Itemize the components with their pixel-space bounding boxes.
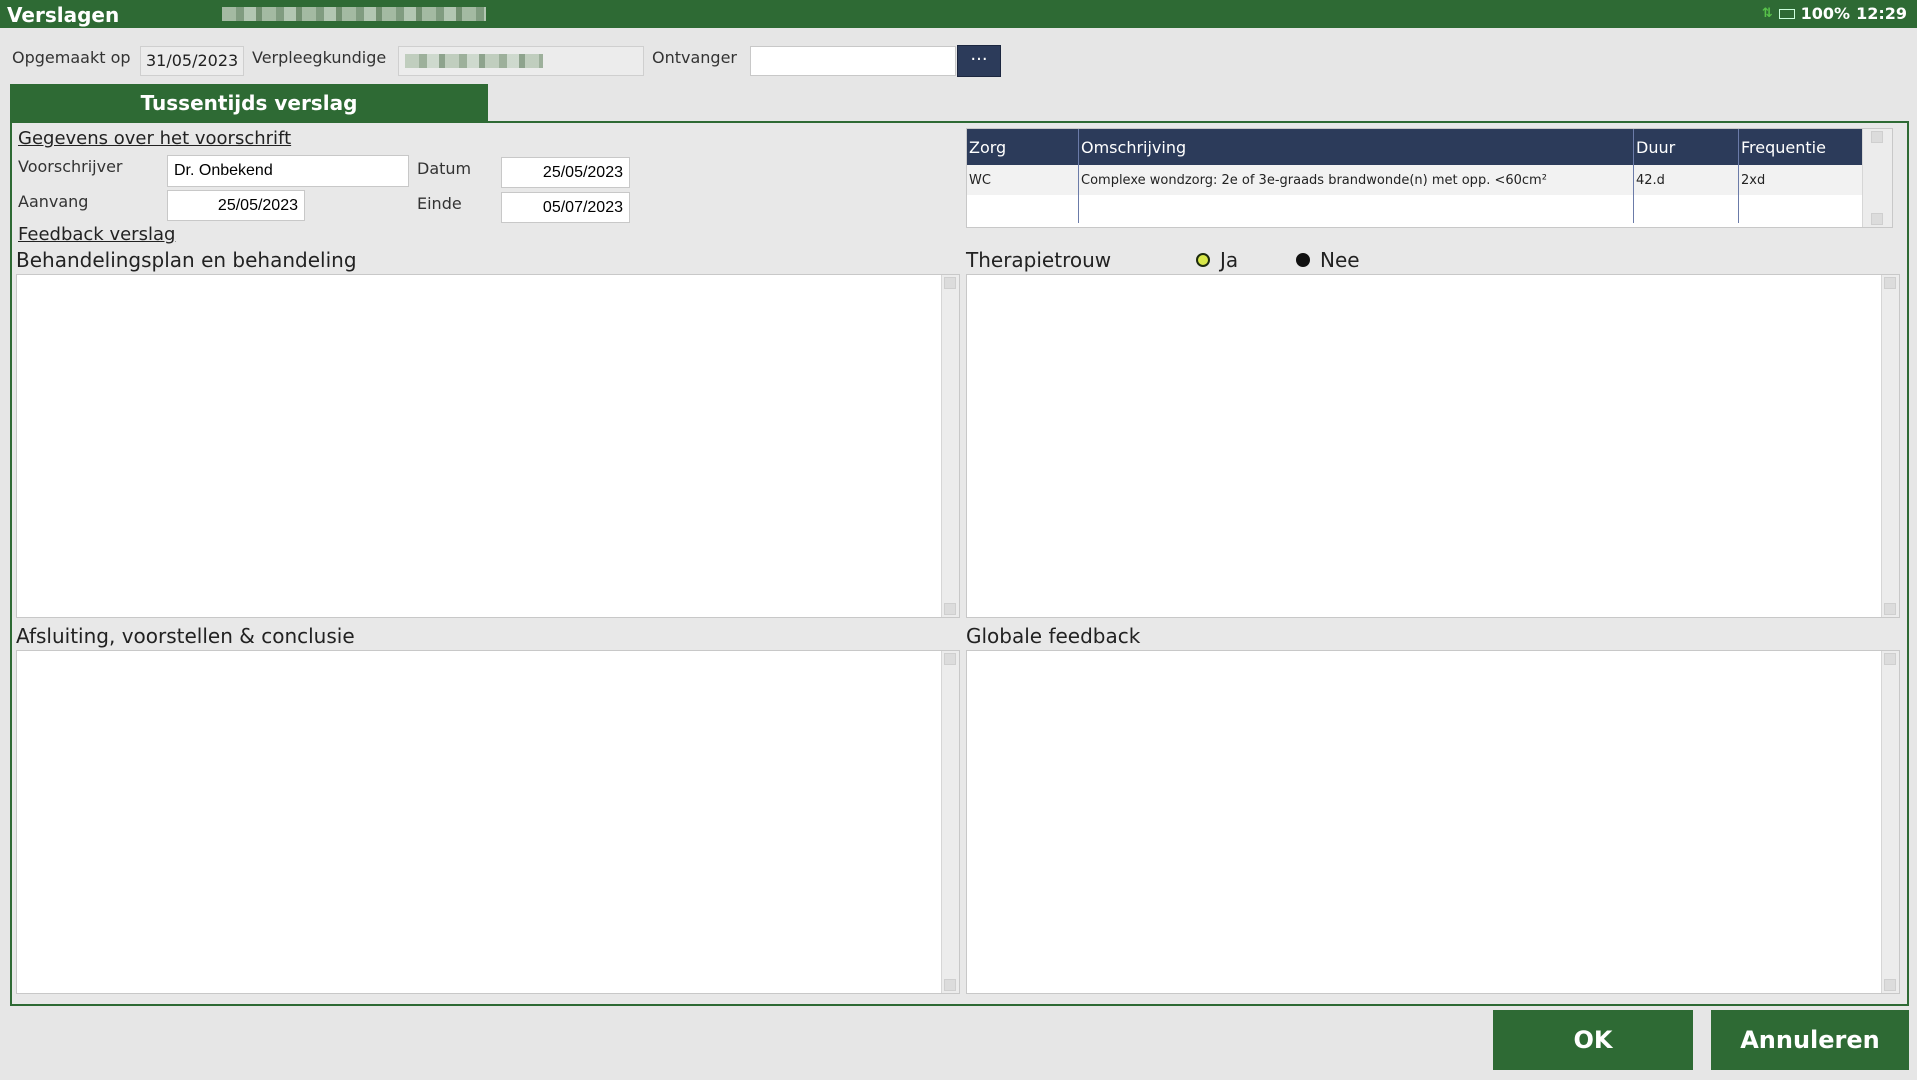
window-title: Verslagen [7, 3, 120, 27]
radio-unselected-icon [1296, 253, 1310, 267]
treatment-textarea[interactable] [16, 274, 960, 618]
date-input[interactable] [501, 157, 630, 188]
status-area: ⇅ 100% 12:29 [1762, 4, 1907, 23]
start-label: Aanvang [18, 192, 89, 211]
cell-duur: 42.d [1633, 165, 1739, 195]
prescription-heading: Gegevens over het voorschrift [18, 128, 292, 149]
cell-frequentie: 2xd [1738, 165, 1870, 195]
battery-icon [1778, 8, 1795, 19]
network-arrows-icon: ⇅ [1761, 6, 1773, 21]
radio-selected-icon [1196, 253, 1210, 267]
nurse-field [398, 46, 644, 76]
closing-label: Afsluiting, voorstellen & conclusie [16, 624, 355, 648]
title-bar: Verslagen ⇅ 100% 12:29 [0, 0, 1917, 28]
scroll-down-arrow[interactable] [1884, 979, 1896, 991]
scroll-down-arrow[interactable] [1884, 603, 1896, 615]
treatment-scrollbar[interactable] [941, 275, 959, 617]
prescriber-label: Voorschrijver [18, 157, 123, 176]
nurse-label: Verpleegkundige [252, 48, 387, 67]
recipient-browse-button[interactable]: ··· [957, 45, 1001, 77]
scroll-up-arrow[interactable] [1884, 653, 1896, 665]
adherence-yes-label: Ja [1220, 248, 1239, 272]
adherence-textarea[interactable] [966, 274, 1900, 618]
closing-textarea[interactable] [16, 650, 960, 994]
cell-zorg: WC [967, 165, 1079, 195]
care-table-header: Zorg Omschrijving Duur Frequentie [967, 129, 1870, 165]
cancel-button[interactable]: Annuleren [1711, 1010, 1909, 1070]
battery-level: 100% [1800, 4, 1851, 23]
adherence-scrollbar[interactable] [1881, 275, 1899, 617]
table-scrollbar[interactable] [1862, 129, 1892, 227]
more-dots-icon: ··· [970, 49, 988, 70]
adherence-no-label: Nee [1320, 248, 1360, 272]
treatment-label: Behandelingsplan en behandeling [16, 248, 357, 272]
closing-scrollbar[interactable] [941, 651, 959, 993]
redacted-patient-name [222, 7, 486, 21]
start-date-input[interactable] [167, 190, 305, 221]
column-header-duur[interactable]: Duur [1633, 129, 1739, 165]
prescriber-input[interactable] [167, 155, 409, 187]
column-header-omschrijving[interactable]: Omschrijving [1078, 129, 1634, 165]
adherence-no-radio[interactable]: Nee [1296, 248, 1360, 272]
global-feedback-textarea[interactable] [966, 650, 1900, 994]
cell-omschrijving: Complexe wondzorg: 2e of 3e-graads brand… [1078, 165, 1634, 195]
recipient-label: Ontvanger [652, 48, 737, 67]
scroll-down-arrow[interactable] [1871, 213, 1883, 225]
end-label: Einde [417, 194, 462, 213]
feedback-heading: Feedback verslag [18, 224, 176, 245]
column-header-zorg[interactable]: Zorg [967, 129, 1079, 165]
adherence-label: Therapietrouw [966, 248, 1112, 272]
scroll-up-arrow[interactable] [1884, 277, 1896, 289]
created-label: Opgemaakt op [12, 48, 131, 67]
column-header-frequentie[interactable]: Frequentie [1738, 129, 1870, 165]
scroll-up-arrow[interactable] [944, 277, 956, 289]
created-date-field: 31/05/2023 [140, 46, 244, 76]
table-row-empty[interactable] [967, 195, 1870, 223]
scroll-down-arrow[interactable] [944, 603, 956, 615]
scroll-up-arrow[interactable] [944, 653, 956, 665]
scroll-up-arrow[interactable] [1871, 131, 1883, 143]
tab-tussentijds-verslag[interactable]: Tussentijds verslag [10, 84, 488, 122]
date-label: Datum [417, 159, 472, 178]
global-feedback-scrollbar[interactable] [1881, 651, 1899, 993]
clock: 12:29 [1856, 4, 1907, 23]
care-table: Zorg Omschrijving Duur Frequentie WC Com… [966, 128, 1893, 228]
table-row[interactable]: WC Complexe wondzorg: 2e of 3e-graads br… [967, 165, 1870, 195]
ok-button[interactable]: OK [1493, 1010, 1693, 1070]
scroll-down-arrow[interactable] [944, 979, 956, 991]
global-feedback-label: Globale feedback [966, 624, 1141, 648]
redacted-nurse-name [405, 54, 543, 68]
adherence-yes-radio[interactable]: Ja [1196, 248, 1238, 272]
end-date-input[interactable] [501, 192, 630, 223]
recipient-input[interactable] [750, 46, 956, 76]
